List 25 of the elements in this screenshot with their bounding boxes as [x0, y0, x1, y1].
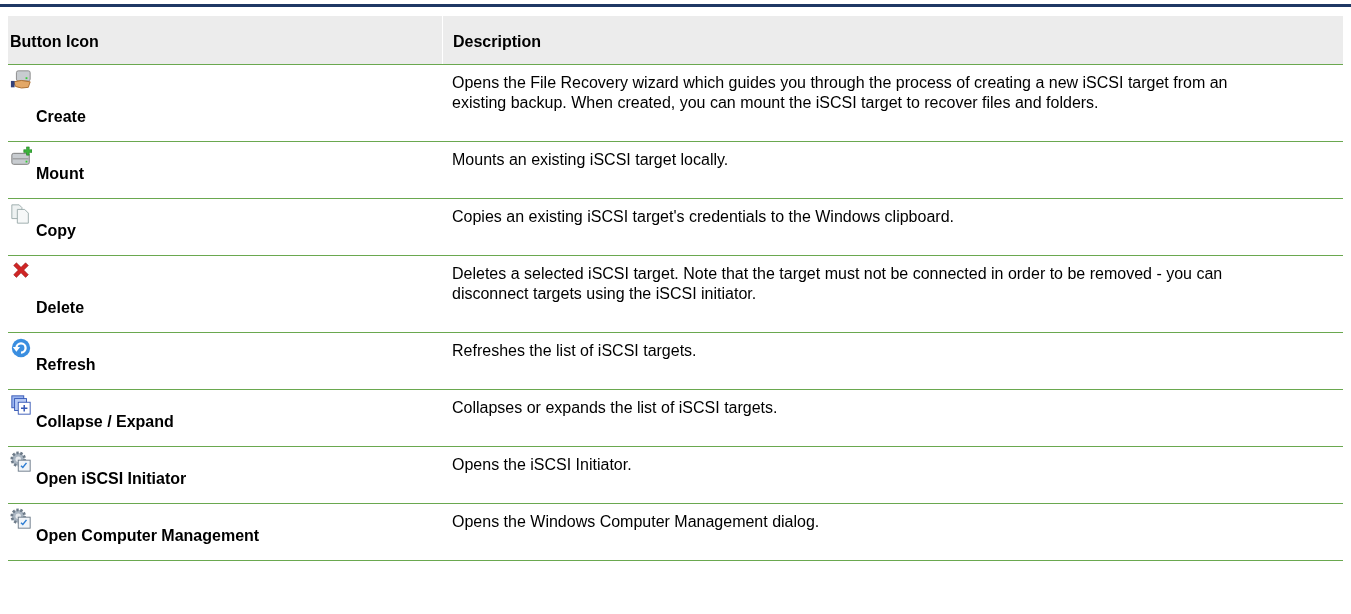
- create-drive-icon: [10, 69, 32, 91]
- button-name: Mount: [36, 164, 84, 184]
- stacked-windows-icon: [10, 394, 32, 416]
- button-name: Collapse / Expand: [36, 412, 174, 432]
- description-text: Refreshes the list of iSCSI targets.: [452, 341, 698, 361]
- button-name: Open iSCSI Initiator: [36, 469, 187, 489]
- description-text: Deletes a selected iSCSI target. Note that the target must not be connected in order to be removed - you can disconnect targets using the iSCSI initiator.: [452, 264, 1224, 304]
- column-header: Description: [442, 16, 1343, 64]
- description-text: Copies an existing iSCSI target's credentials to the Windows clipboard.: [452, 207, 955, 227]
- refresh-icon: [10, 337, 32, 359]
- button-name: Copy: [36, 221, 76, 241]
- gear-window-icon: [10, 451, 32, 473]
- description-text: Collapses or expands the list of iSCSI targets.: [452, 398, 779, 418]
- button-name: Delete: [36, 298, 85, 318]
- column-header: Button Icon: [9, 32, 100, 52]
- description-text: Opens the iSCSI Initiator.: [452, 455, 633, 475]
- button-name: Create: [36, 107, 86, 127]
- button-name: Open Computer Management: [36, 526, 260, 546]
- gear-window-icon: [10, 508, 32, 530]
- copy-icon: [10, 203, 32, 225]
- button-name: Refresh: [36, 355, 96, 375]
- description-text: Opens the File Recovery wizard which guides you through the process of creating a new iSCSI target from an existing backup. When created, you can mount the iSCSI target to recover files and folders.: [452, 73, 1229, 113]
- description-text: Mounts an existing iSCSI target locally.: [452, 150, 730, 170]
- drive-plus-icon: [10, 146, 32, 168]
- description-text: Opens the Windows Computer Management dialog.: [452, 512, 821, 532]
